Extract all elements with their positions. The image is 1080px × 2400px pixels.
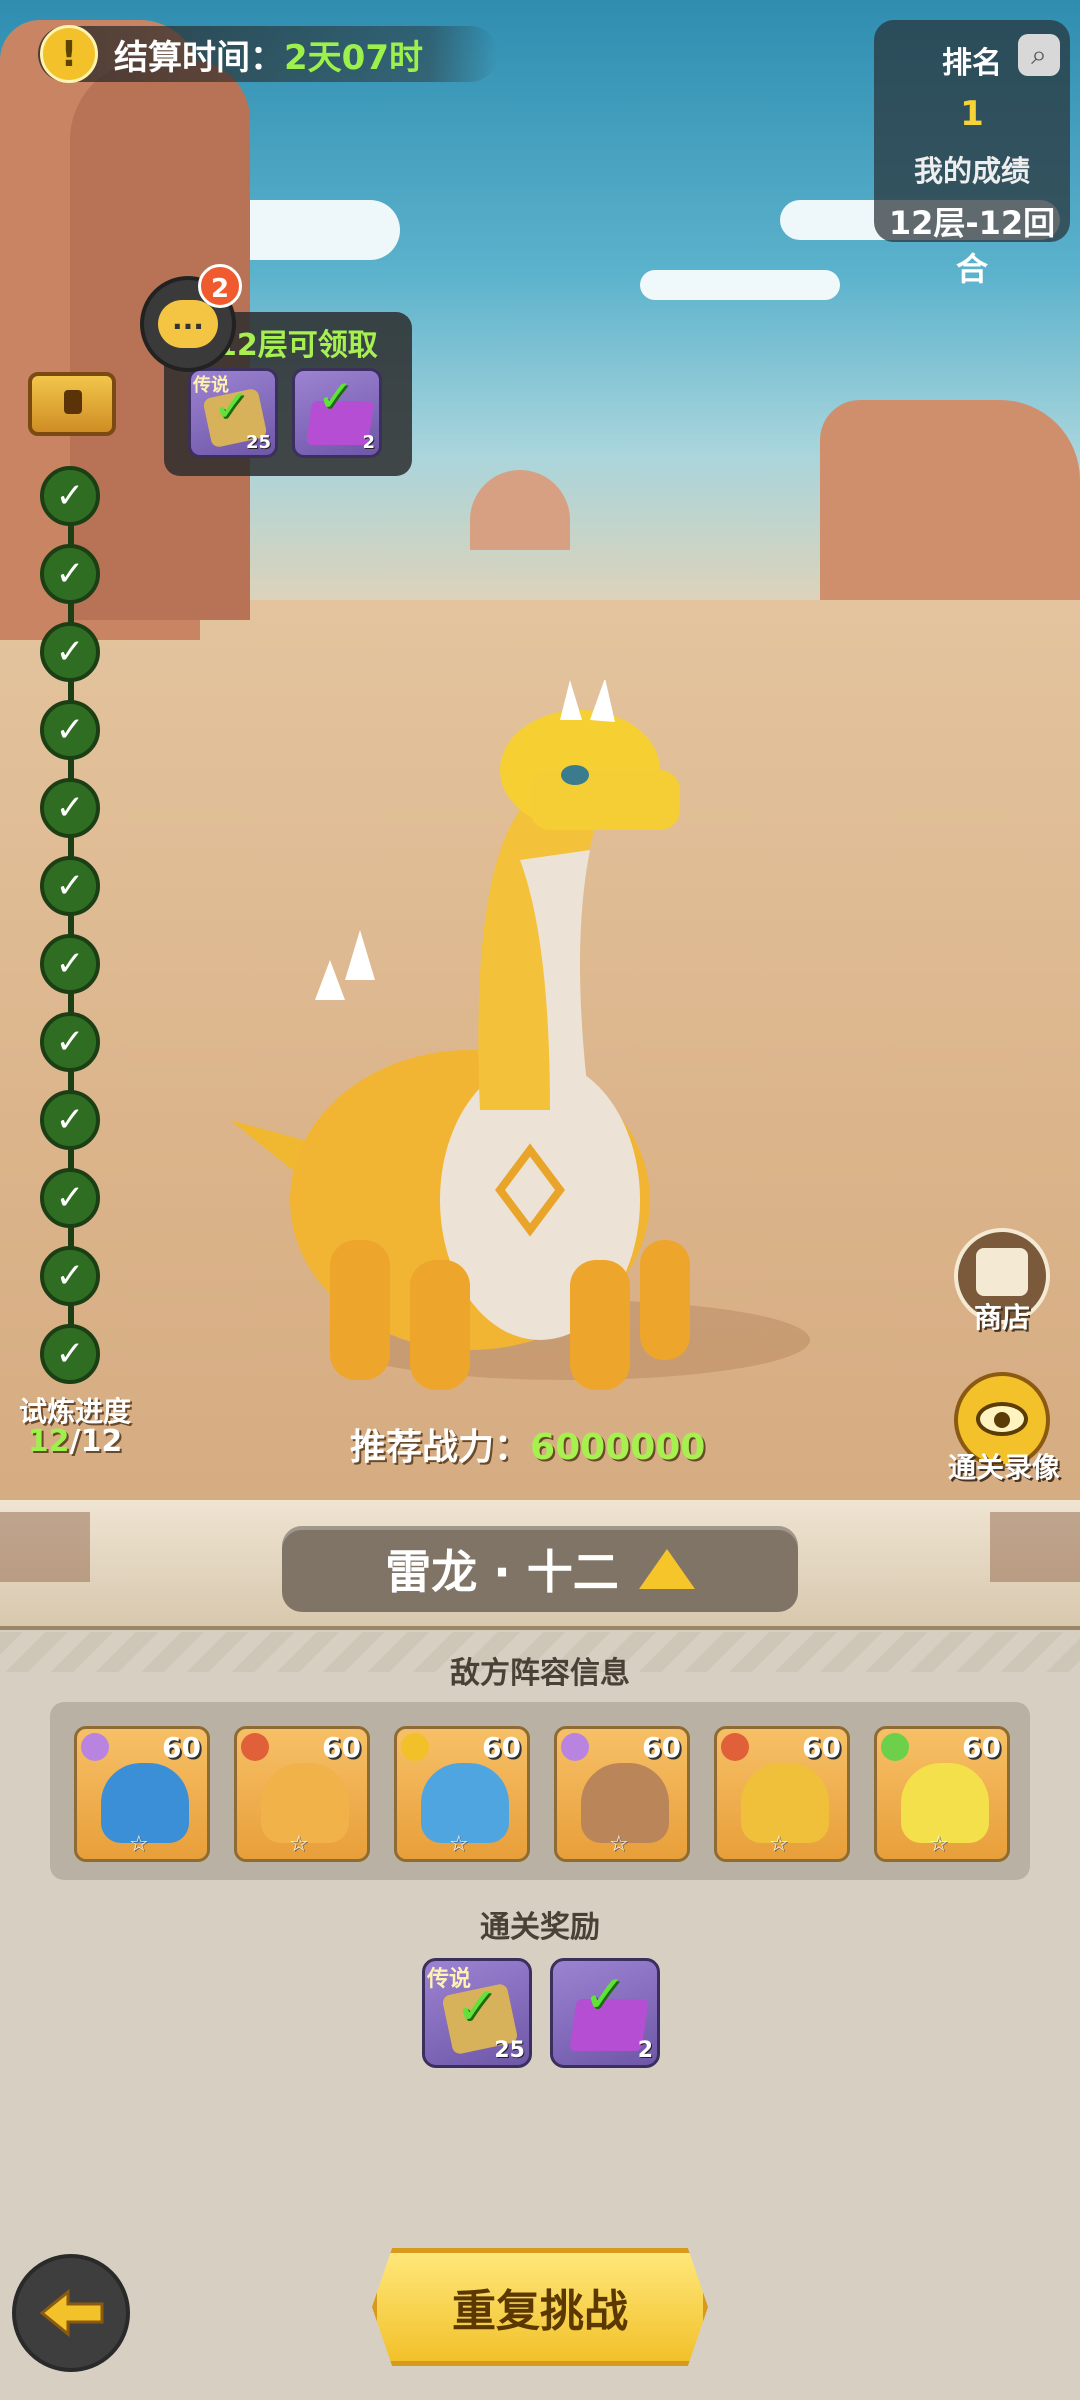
element-icon — [81, 1733, 109, 1761]
power-label: 推荐战力： — [350, 1427, 531, 1468]
enemy-level: 60 — [642, 1731, 681, 1764]
trial-total: /12 — [69, 1424, 123, 1459]
treasure-chest-icon[interactable] — [28, 372, 116, 436]
replay-label[interactable]: 通关录像 — [936, 1446, 1072, 1486]
rank-panel[interactable]: 排名 ⌕ 1 我的成绩 12层-12回合 — [874, 20, 1070, 288]
banner-crack — [0, 1512, 90, 1582]
item-tag: 传说 — [193, 375, 229, 396]
enemy-unit-card[interactable]: 60 ☆ — [74, 1726, 210, 1862]
star-icon: ☆ — [769, 1832, 789, 1857]
retry-challenge-button[interactable]: 重复挑战 — [372, 2248, 708, 2366]
item-count: 2 — [637, 2038, 653, 2063]
trial-progress-value: 12/12 — [10, 1424, 140, 1459]
progress-node-check-icon[interactable]: ✓ — [40, 1012, 100, 1072]
recommended-power: 推荐战力：6000000 — [350, 1418, 705, 1470]
progress-node-check-icon[interactable]: ✓ — [40, 1090, 100, 1150]
level-plate[interactable]: 雷龙 · 十二 — [282, 1526, 798, 1612]
chat-badge: 2 — [198, 264, 242, 308]
element-icon — [401, 1733, 429, 1761]
enemy-level: 60 — [482, 1731, 521, 1764]
settlement-value: 2天07时 — [284, 37, 423, 78]
reward-item-puzzle[interactable]: ✓ 传说 25 — [188, 368, 278, 458]
shop-label[interactable]: 商店 — [946, 1296, 1058, 1336]
creature-portrait — [261, 1763, 349, 1843]
enemy-unit-card[interactable]: 60 ☆ — [394, 1726, 530, 1862]
star-icon: ☆ — [129, 1832, 149, 1857]
progress-node-check-icon[interactable]: ✓ — [40, 856, 100, 916]
rank-number: 1 — [960, 94, 984, 134]
item-count: 25 — [494, 2038, 525, 2063]
enemy-unit-card[interactable]: 60 ☆ — [234, 1726, 370, 1862]
banner-crack — [990, 1512, 1080, 1582]
search-icon[interactable]: ⌕ — [1018, 34, 1060, 76]
star-icon: ☆ — [449, 1832, 469, 1857]
enemy-level: 60 — [962, 1731, 1001, 1764]
star-icon: ☆ — [929, 1832, 949, 1857]
shop-icon — [976, 1248, 1028, 1296]
alert-icon: ! — [40, 25, 98, 83]
settlement-label: 结算时间： — [114, 37, 284, 78]
thunder-dragon-character[interactable] — [220, 680, 740, 1400]
item-count: 25 — [245, 432, 271, 453]
chat-bubble-icon: ... — [158, 300, 218, 348]
creature-portrait — [421, 1763, 509, 1843]
creature-portrait — [741, 1763, 829, 1843]
cloud — [640, 270, 840, 300]
eye-pupil — [994, 1412, 1010, 1428]
element-icon — [721, 1733, 749, 1761]
element-icon — [881, 1733, 909, 1761]
level-name: 雷龙 · 十二 — [385, 1545, 619, 1599]
enemy-unit-card[interactable]: 60 ☆ — [554, 1726, 690, 1862]
progress-node-check-icon[interactable]: ✓ — [40, 1246, 100, 1306]
clear-reward-box[interactable]: ✓ 2 — [550, 1958, 660, 2068]
creature-portrait — [901, 1763, 989, 1843]
enemy-level: 60 — [162, 1731, 201, 1764]
progress-node-check-icon[interactable]: ✓ — [40, 622, 100, 682]
star-icon: ☆ — [609, 1832, 629, 1857]
triangle-up-icon[interactable] — [638, 1549, 695, 1589]
rock-formation — [820, 400, 1080, 600]
enemy-unit-card[interactable]: 60 ☆ — [874, 1726, 1010, 1862]
progress-node-check-icon[interactable]: ✓ — [40, 934, 100, 994]
progress-node-check-icon[interactable]: ✓ — [40, 1324, 100, 1384]
enemy-level: 60 — [802, 1731, 841, 1764]
star-icon: ☆ — [289, 1832, 309, 1857]
progress-node-check-icon[interactable]: ✓ — [40, 1168, 100, 1228]
reward-item-box[interactable]: ✓ 2 — [292, 368, 382, 458]
trial-current: 12 — [27, 1424, 70, 1459]
creature-portrait — [101, 1763, 189, 1843]
element-icon — [241, 1733, 269, 1761]
score-value: 12层-12回合 — [888, 204, 1056, 288]
progress-node-check-icon[interactable]: ✓ — [40, 778, 100, 838]
settlement-timer: ! 结算时间： 2天07时 — [38, 25, 498, 83]
progress-node-check-icon[interactable]: ✓ — [40, 466, 100, 526]
retry-label: 重复挑战 — [452, 2286, 628, 2337]
clear-rewards-title: 通关奖励 — [480, 1910, 600, 1945]
item-tag: 传说 — [427, 1967, 472, 1992]
lock-icon — [64, 390, 82, 414]
check-icon: ✓ — [317, 371, 354, 422]
progress-node-check-icon[interactable]: ✓ — [40, 700, 100, 760]
back-arrow-icon — [39, 2288, 104, 2338]
enemy-section-title: 敌方阵容信息 — [450, 1656, 630, 1691]
clear-reward-puzzle[interactable]: ✓ 传说 25 — [422, 1958, 532, 2068]
check-icon: ✓ — [583, 1965, 627, 2025]
back-button[interactable] — [12, 2254, 130, 2372]
enemy-level: 60 — [322, 1731, 361, 1764]
element-icon — [561, 1733, 589, 1761]
creature-portrait — [581, 1763, 669, 1843]
item-count: 2 — [362, 432, 375, 453]
score-label: 我的成绩 — [913, 154, 1030, 188]
enemy-unit-card[interactable]: 60 ☆ — [714, 1726, 850, 1862]
progress-node-check-icon[interactable]: ✓ — [40, 544, 100, 604]
power-value: 6000000 — [530, 1427, 706, 1468]
stone-arch — [470, 470, 570, 550]
eye-icon — [976, 1402, 1028, 1436]
floor-reward-title: 12层可领取 — [216, 328, 378, 363]
